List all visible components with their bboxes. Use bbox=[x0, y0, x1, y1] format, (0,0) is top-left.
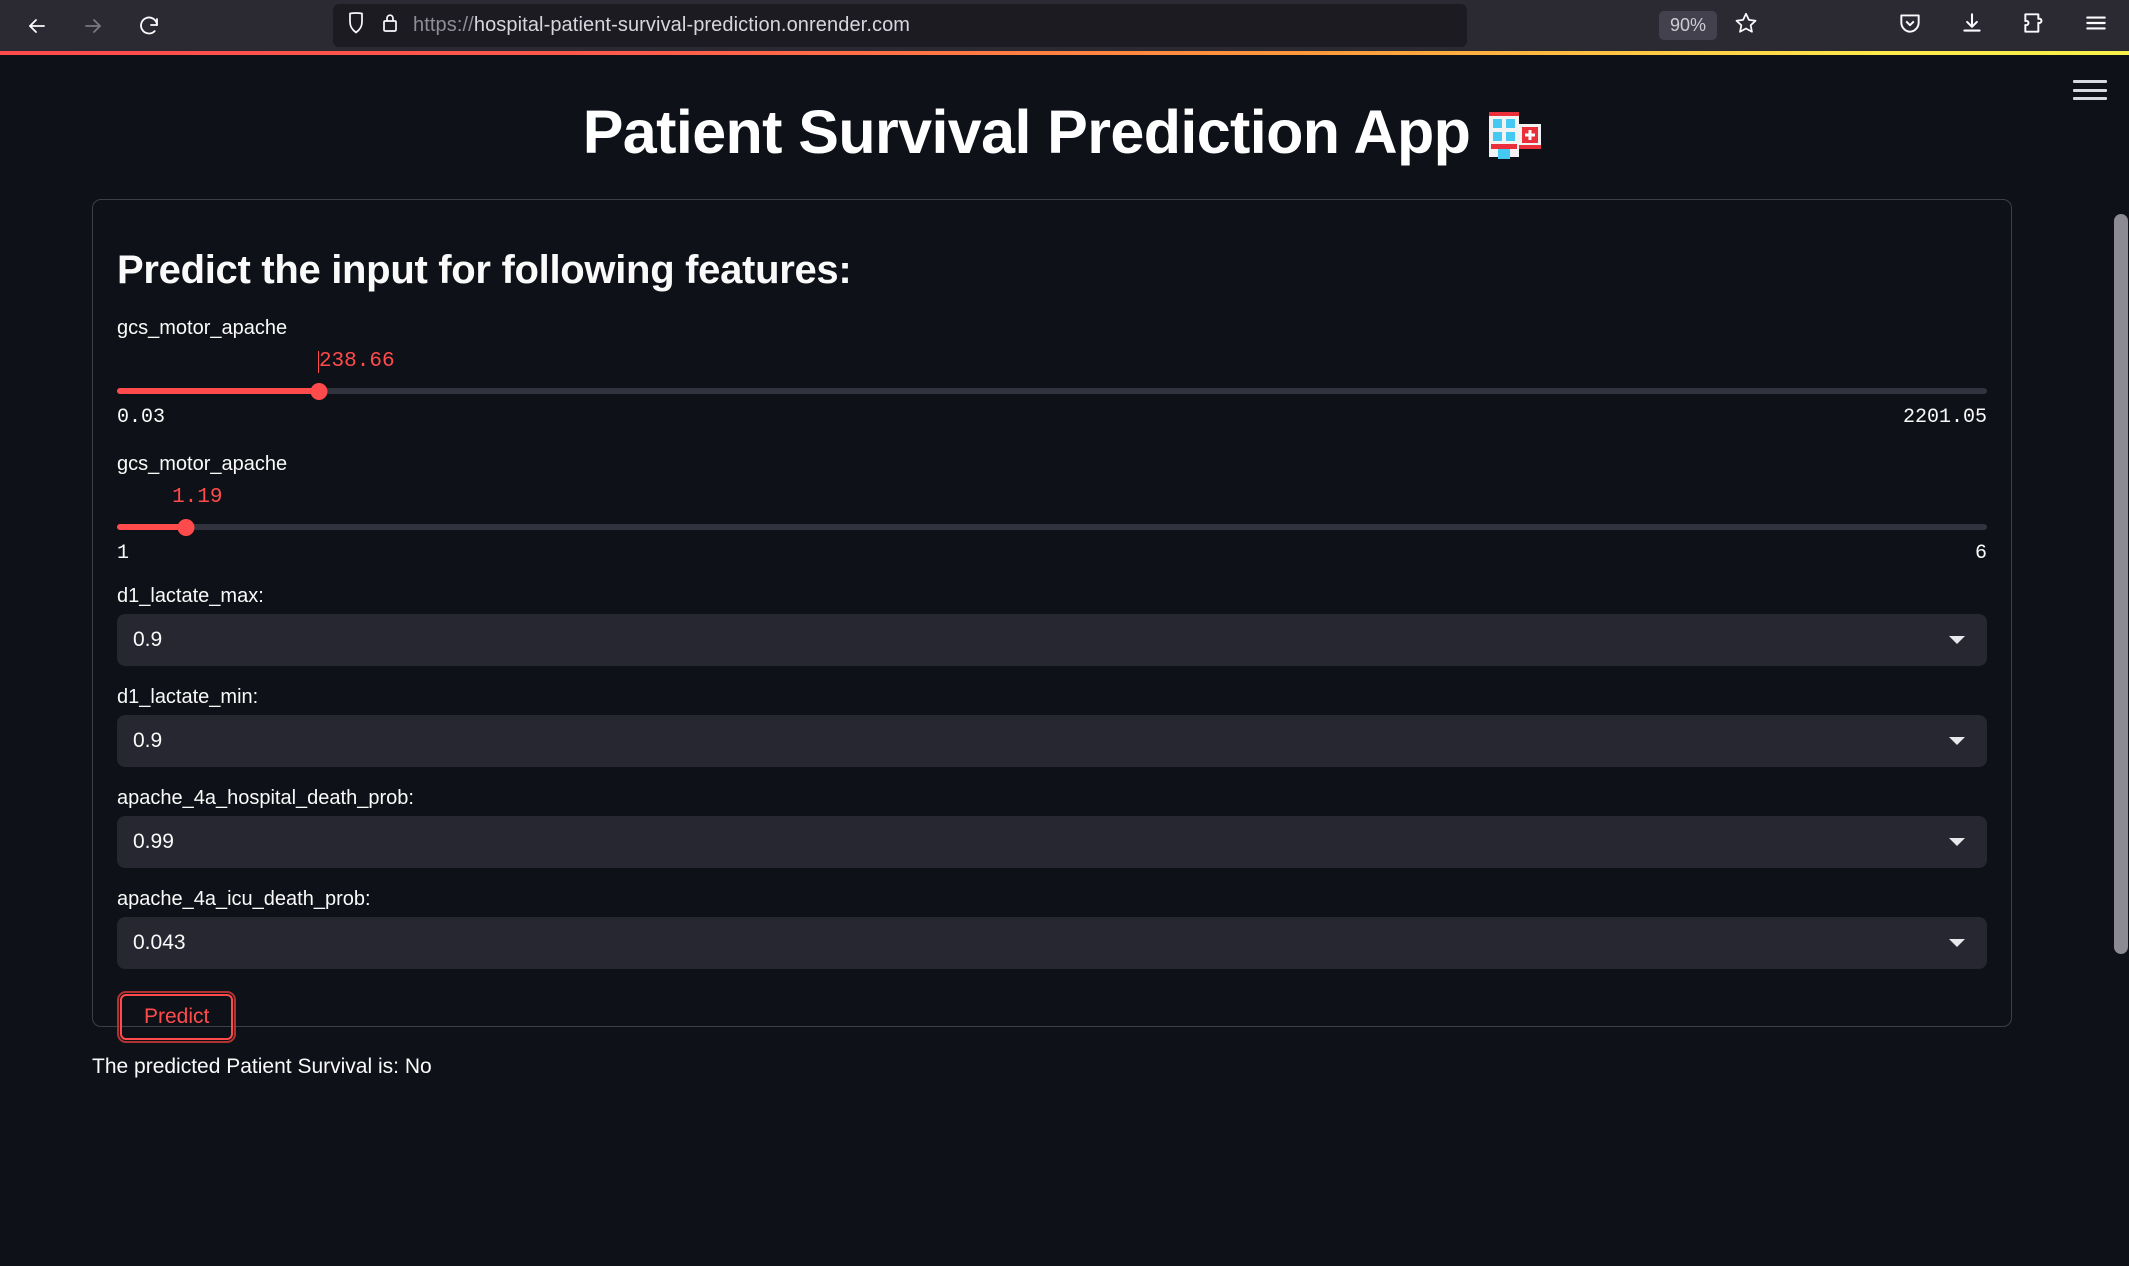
extensions-button[interactable] bbox=[2011, 3, 2057, 49]
slider-widget-2: gcs_motor_apache 1.19 1 6 bbox=[93, 453, 2011, 565]
select-value-apache-4a-icu-death-prob: 0.043 bbox=[133, 931, 186, 954]
forward-arrow-icon bbox=[81, 14, 105, 38]
slider-value-2: 1.19 bbox=[172, 486, 222, 509]
slider-fill-2 bbox=[117, 524, 187, 530]
page-load-progress-bar bbox=[0, 51, 2129, 55]
app-menu-button[interactable] bbox=[2073, 3, 2119, 49]
select-apache-4a-hospital-death-prob[interactable]: 0.99 bbox=[117, 816, 1987, 868]
scrollbar-thumb[interactable] bbox=[2114, 214, 2128, 954]
chevron-down-icon[interactable] bbox=[1949, 636, 1965, 644]
select-value-d1-lactate-max: 0.9 bbox=[133, 628, 163, 651]
page-title: Patient Survival Prediction App bbox=[0, 97, 2129, 167]
back-button[interactable] bbox=[14, 3, 60, 49]
downloads-button[interactable] bbox=[1949, 3, 1995, 49]
url-scheme: https:// bbox=[413, 14, 474, 36]
select-value-d1-lactate-min: 0.9 bbox=[133, 729, 163, 752]
slider-widget-1: gcs_motor_apache 238.66 0.03 2201.05 bbox=[93, 317, 2011, 429]
pocket-save-button[interactable] bbox=[1887, 3, 1933, 49]
slider-thumb-2[interactable] bbox=[177, 519, 195, 536]
pocket-save-icon bbox=[1897, 10, 1923, 41]
slider-track-1[interactable] bbox=[117, 388, 1987, 394]
slider-value-1: 238.66 bbox=[317, 350, 395, 373]
select-label-apache-4a-icu-death-prob: apache_4a_icu_death_prob: bbox=[117, 888, 371, 910]
toolbar-right-group: 90% bbox=[1658, 0, 2129, 51]
lock-icon[interactable] bbox=[381, 12, 399, 39]
slider-value-text-2: 1.19 bbox=[172, 486, 223, 509]
forward-button[interactable] bbox=[70, 3, 116, 49]
download-icon bbox=[1959, 10, 1985, 41]
address-bar[interactable]: https://hospital-patient-survival-predic… bbox=[333, 4, 1467, 47]
chevron-down-icon[interactable] bbox=[1949, 737, 1965, 745]
slider-track-2[interactable] bbox=[117, 524, 1987, 530]
card-heading: Predict the input for following features… bbox=[117, 248, 852, 292]
back-arrow-icon bbox=[25, 14, 49, 38]
select-widget-apache-4a-hospital-death-prob: apache_4a_hospital_death_prob: 0.99 bbox=[93, 787, 2011, 868]
select-apache-4a-icu-death-prob[interactable]: 0.043 bbox=[117, 917, 1987, 969]
page-content: Patient Survival Prediction App Predict … bbox=[0, 55, 2129, 1266]
slider-fill-1 bbox=[117, 388, 319, 394]
select-label-d1-lactate-min: d1_lactate_min: bbox=[117, 686, 259, 708]
slider-value-text-1: 238.66 bbox=[318, 350, 395, 373]
select-widget-apache-4a-icu-death-prob: apache_4a_icu_death_prob: 0.043 bbox=[93, 888, 2011, 969]
prediction-form-card: Predict the input for following features… bbox=[92, 199, 2012, 1043]
select-value-apache-4a-hospital-death-prob: 0.99 bbox=[133, 830, 174, 853]
hamburger-menu-icon bbox=[2083, 10, 2109, 41]
prediction-result-text: The predicted Patient Survival is: No bbox=[92, 1055, 432, 1078]
streamlit-hamburger-icon[interactable] bbox=[2073, 77, 2107, 103]
slider-thumb-1[interactable] bbox=[310, 383, 328, 400]
select-widget-d1-lactate-max: d1_lactate_max: 0.9 bbox=[93, 585, 2011, 666]
shield-icon[interactable] bbox=[345, 11, 367, 40]
extensions-puzzle-icon bbox=[2021, 10, 2047, 41]
predict-button-row: Predict bbox=[93, 991, 2011, 1043]
chevron-down-icon[interactable] bbox=[1949, 939, 1965, 947]
bookmark-button[interactable] bbox=[1723, 3, 1769, 49]
select-label-apache-4a-hospital-death-prob: apache_4a_hospital_death_prob: bbox=[117, 787, 414, 809]
predict-button[interactable]: Predict bbox=[117, 991, 237, 1043]
slider-label-1: gcs_motor_apache bbox=[117, 317, 288, 339]
browser-toolbar: https://hospital-patient-survival-predic… bbox=[0, 0, 2129, 51]
hospital-emoji bbox=[1486, 104, 1546, 160]
navigation-buttons bbox=[0, 3, 172, 49]
url-host: hospital-patient-survival-prediction.onr… bbox=[473, 14, 911, 36]
slider-control-2[interactable]: 1.19 bbox=[117, 480, 1987, 546]
slider-value-caret bbox=[317, 351, 319, 373]
select-widget-d1-lactate-min: d1_lactate_min: 0.9 bbox=[93, 686, 2011, 767]
zoom-level-badge[interactable]: 90% bbox=[1658, 11, 1717, 40]
slider-label-2: gcs_motor_apache bbox=[117, 453, 288, 475]
slider-control-1[interactable]: 238.66 bbox=[117, 344, 1987, 410]
select-label-d1-lactate-max: d1_lactate_max: bbox=[117, 585, 264, 607]
page-title-text: Patient Survival Prediction App bbox=[582, 98, 1471, 166]
reload-button[interactable] bbox=[126, 3, 172, 49]
select-d1-lactate-max[interactable]: 0.9 bbox=[117, 614, 1987, 666]
reload-icon bbox=[137, 14, 161, 38]
url-text: https://hospital-patient-survival-predic… bbox=[413, 14, 910, 37]
star-icon bbox=[1733, 10, 1759, 41]
select-d1-lactate-min[interactable]: 0.9 bbox=[117, 715, 1987, 767]
chevron-down-icon[interactable] bbox=[1949, 838, 1965, 846]
page-scrollbar[interactable] bbox=[2113, 110, 2129, 1266]
